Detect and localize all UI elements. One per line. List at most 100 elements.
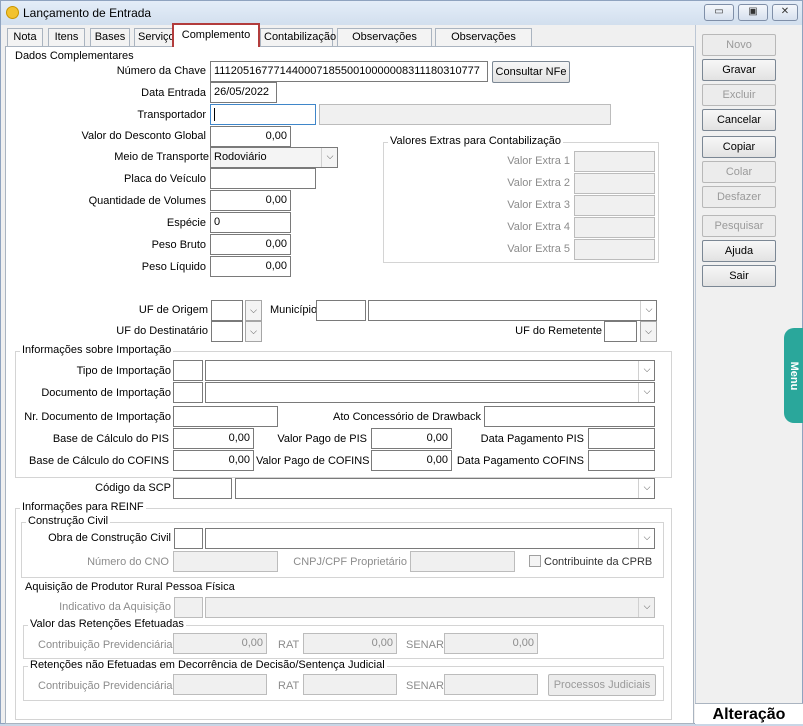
processos-judiciais-button: Processos Judiciais	[548, 674, 656, 696]
ajuda-button[interactable]: Ajuda	[702, 240, 776, 262]
excluir-button[interactable]: Excluir	[702, 84, 776, 106]
cprb-checkbox[interactable]	[529, 555, 541, 567]
cprb-label: Contribuinte da CPRB	[544, 556, 653, 568]
pago-cofins-input[interactable]: 0,00	[371, 450, 452, 471]
chave-label: Número da Chave	[116, 65, 206, 77]
chevron-down-icon[interactable]: ⌵	[640, 321, 657, 342]
valor-extra-3-label: Valor Extra 3	[507, 199, 570, 211]
tab-contabilizacao[interactable]: Contabilização	[260, 28, 336, 46]
gravar-button[interactable]: Gravar	[702, 59, 776, 81]
tipo-importacao-select[interactable]: ⌵	[205, 360, 655, 381]
meio-transporte-select[interactable]: Rodoviário ⌵	[210, 147, 338, 168]
pesquisar-button[interactable]: Pesquisar	[702, 215, 776, 237]
tab-nota[interactable]: Nota	[7, 28, 43, 46]
meio-transporte-label: Meio de Transporte	[114, 151, 209, 163]
uf-remetente-input[interactable]	[604, 321, 637, 342]
uf-destinatario-input[interactable]	[211, 321, 243, 342]
tab-observacoes-efd[interactable]: Observações EFD	[337, 28, 432, 59]
peso-bruto-input[interactable]: 0,00	[210, 234, 291, 255]
chevron-down-icon[interactable]: ⌵	[638, 479, 654, 498]
tab-bases[interactable]: Bases	[90, 28, 130, 46]
rat-2-input	[303, 674, 397, 695]
chevron-down-icon[interactable]: ⌵	[638, 361, 654, 380]
chave-input[interactable]: 1112051677714400071855001000000831118031…	[210, 61, 488, 82]
text-caret	[214, 107, 215, 121]
transportador-code-input[interactable]	[210, 104, 316, 125]
desfazer-button[interactable]: Desfazer	[702, 186, 776, 208]
menu-side-tab[interactable]: Menu	[784, 328, 803, 423]
obra-code-input[interactable]	[174, 528, 203, 549]
tab-servico[interactable]: Serviço	[134, 28, 175, 46]
base-pis-input[interactable]: 0,00	[173, 428, 254, 449]
base-cofins-input[interactable]: 0,00	[173, 450, 254, 471]
valor-extra-4-label: Valor Extra 4	[507, 221, 570, 233]
documento-importacao-code-input[interactable]	[173, 382, 203, 403]
chevron-down-icon[interactable]: ⌵	[245, 300, 262, 321]
peso-liquido-input[interactable]: 0,00	[210, 256, 291, 277]
chevron-down-icon[interactable]: ⌵	[321, 148, 337, 167]
consultar-nfe-button[interactable]: Consultar NFe	[492, 61, 570, 83]
senar-input: 0,00	[444, 633, 538, 654]
retencoes-nao-efetuadas-title: Retenções não Efetuadas em Decorrência d…	[28, 659, 387, 671]
desconto-input[interactable]: 0,00	[210, 126, 291, 147]
valor-extra-1-label: Valor Extra 1	[507, 155, 570, 167]
data-pagamento-pis-label: Data Pagamento PIS	[480, 433, 584, 445]
uf-origem-input[interactable]	[211, 300, 243, 321]
valor-extra-2-input	[574, 173, 655, 194]
base-pis-label: Base de Cálculo do PIS	[52, 433, 169, 445]
copiar-button[interactable]: Copiar	[702, 136, 776, 158]
colar-button[interactable]: Colar	[702, 161, 776, 183]
cancelar-button[interactable]: Cancelar	[702, 109, 776, 131]
especie-input[interactable]: 0	[210, 212, 291, 233]
indicativo-label: Indicativo da Aquisição	[59, 601, 171, 613]
data-entrada-input[interactable]: 26/05/2022	[210, 82, 277, 103]
uf-origem-label: UF de Origem	[138, 304, 208, 316]
close-button[interactable]: ✕	[772, 4, 798, 21]
valor-extra-2-label: Valor Extra 2	[507, 177, 570, 189]
status-mode-label: Alteração	[695, 703, 803, 724]
tab-observacoes-fisco[interactable]: Observações Fisco	[435, 28, 532, 59]
volumes-input[interactable]: 0,00	[210, 190, 291, 211]
chevron-down-icon[interactable]: ⌵	[638, 529, 654, 548]
data-pagamento-cofins-input[interactable]	[588, 450, 655, 471]
data-entrada-label: Data Entrada	[141, 87, 206, 99]
reinf-title: Informações para REINF	[20, 501, 146, 513]
ato-concessorio-label: Ato Concessório de Drawback	[333, 411, 481, 423]
valor-extra-3-input	[574, 195, 655, 216]
chevron-down-icon[interactable]: ⌵	[640, 301, 656, 320]
municipio-code-input[interactable]	[316, 300, 366, 321]
codigo-scp-input[interactable]	[173, 478, 232, 499]
indicativo-code-input	[174, 597, 203, 618]
nr-documento-input[interactable]	[173, 406, 278, 427]
chevron-down-icon[interactable]: ⌵	[638, 383, 654, 402]
senar-2-label: SENAR	[406, 680, 444, 692]
tipo-importacao-code-input[interactable]	[173, 360, 203, 381]
ato-concessorio-input[interactable]	[484, 406, 655, 427]
contrib-prev-label: Contribuição Previdenciária	[38, 639, 173, 651]
indicativo-select: ⌵	[205, 597, 655, 618]
sair-button[interactable]: Sair	[702, 265, 776, 287]
pago-pis-input[interactable]: 0,00	[371, 428, 452, 449]
novo-button[interactable]: Novo	[702, 34, 776, 56]
tab-itens[interactable]: Itens	[48, 28, 85, 46]
tab-complemento[interactable]: Complemento	[172, 23, 260, 47]
obra-select[interactable]: ⌵	[205, 528, 655, 549]
valor-extra-5-label: Valor Extra 5	[507, 243, 570, 255]
cno-input	[173, 551, 278, 572]
placa-input[interactable]	[210, 168, 316, 189]
codigo-scp-select[interactable]: ⌵	[235, 478, 655, 499]
peso-liquido-label: Peso Líquido	[141, 261, 206, 273]
data-pagamento-pis-input[interactable]	[588, 428, 655, 449]
aquisicao-title: Aquisição de Produtor Rural Pessoa Físic…	[25, 581, 235, 593]
maximize-button[interactable]: ▣	[738, 4, 768, 21]
documento-importacao-select[interactable]: ⌵	[205, 382, 655, 403]
municipio-select[interactable]: ⌵	[368, 300, 657, 321]
valor-extra-1-input	[574, 151, 655, 172]
cno-label: Número do CNO	[87, 556, 169, 568]
minimize-button[interactable]: ▭	[704, 4, 734, 21]
cnpj-proprietario-label: CNPJ/CPF Proprietário	[293, 556, 407, 568]
chevron-down-icon[interactable]: ⌵	[245, 321, 262, 342]
senar-label: SENAR	[406, 639, 444, 651]
contrib-prev-2-input	[173, 674, 267, 695]
valor-extra-4-input	[574, 217, 655, 238]
